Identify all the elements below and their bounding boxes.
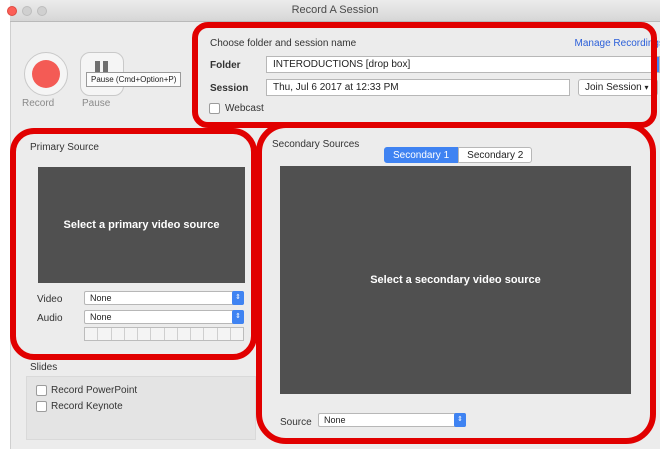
folder-value: INTERODUCTIONS [drop box] <box>273 59 411 70</box>
manage-recordings-link[interactable]: Manage Recordings <box>575 38 660 49</box>
audio-select-value: None <box>90 312 112 322</box>
pause-tooltip: Pause (Cmd+Option+P) <box>86 72 182 87</box>
webcast-label: Webcast <box>225 103 264 114</box>
session-value: Thu, Jul 6 2017 at 12:33 PM <box>273 82 399 93</box>
record-powerpoint-checkbox[interactable] <box>36 385 47 396</box>
join-session-label: Join Session <box>585 82 642 93</box>
chevron-updown-icon: ⇕ <box>232 291 244 305</box>
record-keynote-label: Record Keynote <box>51 401 123 412</box>
session-name-input[interactable]: Thu, Jul 6 2017 at 12:33 PM <box>266 79 570 96</box>
primary-source-title: Primary Source <box>30 142 99 153</box>
slides-title: Slides <box>30 362 58 373</box>
audio-level-meter <box>84 327 244 341</box>
source-label: Source <box>280 417 312 428</box>
record-icon <box>32 60 60 88</box>
secondary-video-placeholder: Select a secondary video source <box>370 274 541 286</box>
join-session-button[interactable]: Join Session ▾ <box>578 79 658 96</box>
secondary-sources-title: Secondary Sources <box>272 139 360 150</box>
source-select-value: None <box>324 415 346 425</box>
record-label: Record <box>22 98 55 109</box>
chevron-down-icon: ▾ <box>644 83 649 92</box>
choose-folder-heading: Choose folder and session name <box>210 38 357 49</box>
folder-select[interactable]: INTERODUCTIONS [drop box] <box>266 56 660 73</box>
audio-label: Audio <box>37 313 63 324</box>
title-bar: Record A Session <box>7 0 660 22</box>
secondary-video-preview[interactable]: Select a secondary video source <box>280 166 631 394</box>
record-powerpoint-label: Record PowerPoint <box>51 385 138 396</box>
pause-label: Pause <box>82 98 111 109</box>
secondary-tabs: Secondary 1 Secondary 2 <box>384 147 533 163</box>
tab-secondary-1[interactable]: Secondary 1 <box>384 147 459 163</box>
audio-select[interactable]: None ⇕ <box>84 310 244 324</box>
session-label: Session <box>210 83 249 94</box>
window-title: Record A Session <box>291 4 379 16</box>
primary-video-preview[interactable]: Select a primary video source <box>38 167 245 283</box>
chevron-updown-icon: ⇕ <box>232 310 244 324</box>
tab-secondary-2[interactable]: Secondary 2 <box>458 147 533 163</box>
chevron-updown-icon: ⇕ <box>454 413 466 427</box>
folder-label: Folder <box>210 60 241 71</box>
record-button[interactable] <box>24 52 68 96</box>
record-keynote-checkbox[interactable] <box>36 401 47 412</box>
primary-video-placeholder: Select a primary video source <box>63 219 220 231</box>
video-label: Video <box>37 294 63 305</box>
webcast-checkbox[interactable] <box>209 103 220 114</box>
source-select[interactable]: None ⇕ <box>318 413 466 427</box>
video-select[interactable]: None ⇕ <box>84 291 244 305</box>
video-select-value: None <box>90 293 112 303</box>
chevron-down-icon <box>651 57 659 72</box>
